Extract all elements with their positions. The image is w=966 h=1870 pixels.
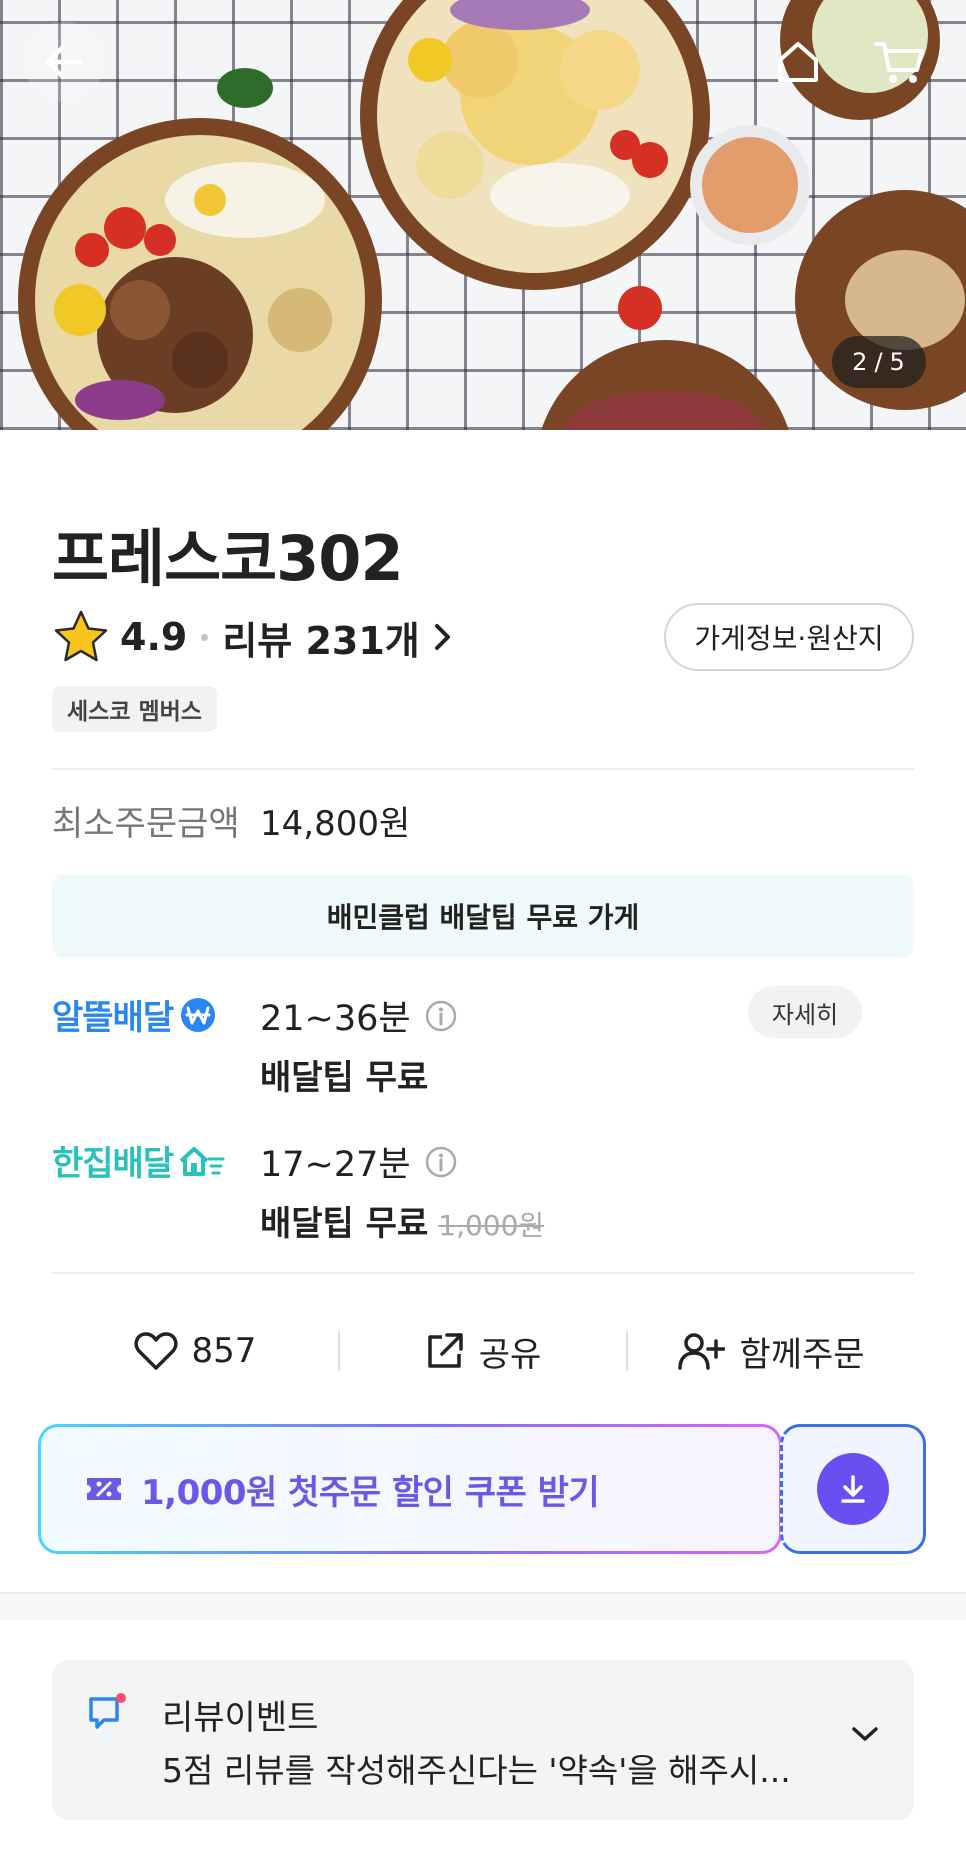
photo-counter-separator: / [874, 348, 884, 376]
chat-notice-icon [89, 1693, 126, 1729]
delivery-brand-single: 한집배달 [52, 1136, 227, 1185]
event-description: 5점 리뷰를 작성해주신다는 '약속'을 해주시... [162, 1751, 791, 1790]
coupon-label: 1,000원 첫주문 할인 쿠폰 받기 [141, 1472, 600, 1513]
rating-value: 4.9 [120, 615, 188, 659]
delivery-tip-value: 배달팁 무료 [260, 1204, 429, 1244]
event-title: 리뷰이벤트 [162, 1698, 319, 1738]
share-button[interactable]: 공유 [340, 1327, 626, 1376]
delivery-detail-button[interactable]: 자세히 [748, 986, 862, 1038]
delivery-tip: 배달팁 무료 1,000원 [260, 1196, 544, 1245]
photo-counter: 2 / 5 [832, 336, 926, 388]
delivery-time: 21~36분 [260, 990, 457, 1041]
store-photo-carousel[interactable]: 2 / 5 [0, 0, 966, 430]
download-icon [841, 1475, 865, 1503]
info-icon[interactable] [425, 1000, 457, 1032]
share-icon [427, 1333, 463, 1368]
house-arrow-icon [179, 1146, 225, 1176]
share-label: 공유 [478, 1334, 542, 1375]
heart-icon [134, 1332, 178, 1370]
delivery-time-value: 17~27분 [260, 1145, 411, 1185]
home-icon [778, 42, 818, 82]
won-badge-icon [181, 997, 216, 1032]
review-link[interactable]: 리뷰 231개 [222, 610, 451, 665]
delivery-tip: 배달팁 무료 [260, 1050, 428, 1099]
like-button[interactable]: 857 [52, 1331, 338, 1371]
store-info-button[interactable]: 가게정보·원산지 [664, 603, 914, 671]
like-count: 857 [191, 1331, 257, 1371]
delivery-brand-label: 한집배달 [52, 1144, 174, 1184]
photo-counter-current: 2 [852, 348, 869, 376]
rating-row: 4.9 리뷰 231개 [52, 604, 452, 670]
min-order-value: 14,800원 [260, 804, 411, 844]
group-order-label: 함께주문 [739, 1334, 865, 1375]
delivery-tip-original: 1,000원 [438, 1209, 545, 1242]
download-circle [817, 1453, 889, 1525]
divider [52, 1272, 914, 1274]
delivery-tip-value: 배달팁 무료 [260, 1058, 429, 1098]
star-icon [54, 610, 108, 662]
coupon-main[interactable]: 1,000원 첫주문 할인 쿠폰 받기 [38, 1424, 782, 1554]
cart-button[interactable] [860, 22, 940, 102]
delivery-option-single: 한집배달 17~27분 배달팁 무료 1,000원 [52, 1136, 914, 1244]
info-icon[interactable] [425, 1146, 457, 1178]
arrow-left-icon [45, 44, 84, 80]
photo-counter-total: 5 [889, 348, 906, 376]
back-button[interactable] [24, 22, 104, 102]
coupon-banner[interactable]: 1,000원 첫주문 할인 쿠폰 받기 [38, 1424, 928, 1554]
min-order-label: 최소주문금액 [52, 804, 240, 844]
store-name: 프레스코302 [52, 522, 404, 595]
section-gap [0, 1592, 966, 1620]
divider [52, 768, 914, 770]
delivery-time: 17~27분 [260, 1136, 457, 1187]
cart-icon [874, 42, 924, 83]
delivery-brand-saver: 알뜰배달 [52, 990, 217, 1039]
delivery-time-value: 21~36분 [260, 999, 411, 1039]
delivery-brand-label: 알뜰배달 [52, 998, 174, 1038]
add-user-icon [678, 1333, 726, 1370]
separator-dot [201, 633, 209, 641]
member-badge: 세스코 멤버스 [52, 686, 217, 732]
action-bar: 857 공유 함께주문 [52, 1316, 914, 1386]
club-banner[interactable]: 배민클럽 배달팁 무료 가게 [52, 874, 914, 958]
review-count: 리뷰 231개 [222, 618, 420, 663]
coupon-icon [87, 1478, 121, 1500]
chevron-down-icon[interactable] [850, 1724, 880, 1744]
min-order-row: 최소주문금액 14,800원 [52, 796, 410, 845]
chevron-right-icon [434, 624, 450, 650]
coupon-download-button[interactable] [780, 1424, 926, 1554]
review-event-card[interactable]: 리뷰이벤트 5점 리뷰를 작성해주신다는 '약속'을 해주시... [52, 1660, 914, 1820]
group-order-button[interactable]: 함께주문 [628, 1327, 914, 1376]
home-button[interactable] [758, 22, 838, 102]
